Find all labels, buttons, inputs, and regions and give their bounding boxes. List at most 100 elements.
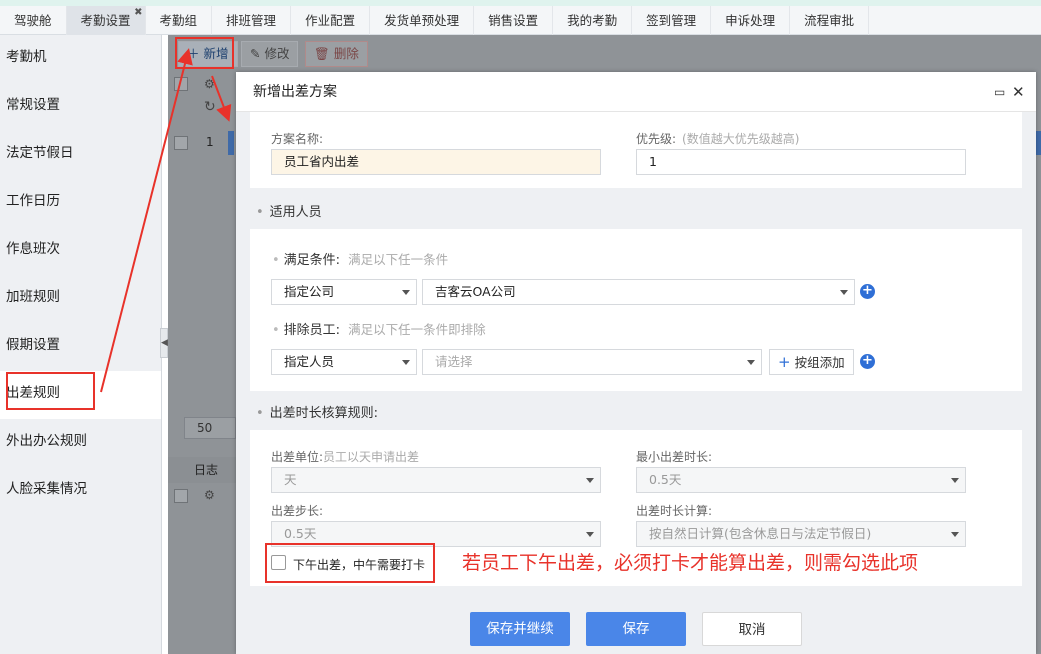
exclude-person-select[interactable]: 请选择 xyxy=(422,349,762,375)
plan-name-label: 方案名称: xyxy=(271,132,324,146)
exclude-label: • 排除员工: 满足以下任一条件即排除 xyxy=(272,322,486,338)
sidebar-item-general-settings[interactable]: 常规设置 xyxy=(0,83,161,131)
sidebar-collapse-handle[interactable]: ◀ xyxy=(160,328,168,358)
exclude-type-select[interactable]: 指定人员 xyxy=(271,349,417,375)
company-select[interactable]: 吉客云OA公司 xyxy=(422,279,855,305)
condition-label-text: 满足条件: xyxy=(283,253,341,268)
exclude-person-placeholder: 请选择 xyxy=(435,354,473,369)
basic-info-card: 方案名称: 员工省内出差 优先级: (数值越大优先级越高) 1 xyxy=(250,112,1022,188)
add-by-group-button[interactable]: + 按组添加 xyxy=(769,349,854,375)
annotation-box-checkbox xyxy=(265,543,435,583)
company-value: 吉客云OA公司 xyxy=(435,284,516,299)
duration-calc-value: 按自然日计算(包含休息日与法定节假日) xyxy=(649,526,872,541)
dialog-header: 新增出差方案 ▭ ✕ xyxy=(236,72,1036,112)
annotation-note: 若员工下午出差，必须打卡才能算出差，则需勾选此项 xyxy=(462,552,919,574)
condition-type-value: 指定公司 xyxy=(284,284,335,299)
chevron-down-icon xyxy=(402,360,410,365)
row-checkbox[interactable] xyxy=(174,136,188,150)
chevron-down-icon xyxy=(840,290,848,295)
tab-approval[interactable]: 流程审批 xyxy=(790,6,870,35)
priority-label: 优先级: (数值越大优先级越高) xyxy=(636,130,799,147)
refresh-icon[interactable]: ↻ xyxy=(204,99,216,115)
section-applicable-people: • 适用人员 xyxy=(256,205,322,220)
tab-checkin[interactable]: 签到管理 xyxy=(632,6,712,35)
plus-icon: + xyxy=(778,353,791,371)
chevron-down-icon xyxy=(747,360,755,365)
sidebar-item-face-collection[interactable]: 人脸采集情况 xyxy=(0,467,161,515)
save-continue-button[interactable]: 保存并继续 xyxy=(470,612,570,646)
priority-label-text: 优先级: xyxy=(636,132,677,146)
duration-calc-select[interactable]: 按自然日计算(包含休息日与法定节假日) xyxy=(636,521,966,547)
condition-hint: 满足以下任一条件 xyxy=(348,252,449,267)
sidebar: 考勤机 常规设置 法定节假日 工作日历 作息班次 加班规则 假期设置 出差规则 … xyxy=(0,35,162,654)
tab-attendance-settings[interactable]: 考勤设置 ✖ xyxy=(66,6,146,35)
min-duration-value: 0.5天 xyxy=(649,472,682,487)
tab-my-attendance[interactable]: 我的考勤 xyxy=(553,6,633,35)
close-icon[interactable]: ✖ xyxy=(134,0,142,27)
exclude-label-text: 排除员工: xyxy=(283,323,341,338)
priority-input[interactable]: 1 xyxy=(636,149,966,175)
min-duration-label: 最小出差时长: xyxy=(636,450,713,464)
tab-cockpit[interactable]: 驾驶舱 xyxy=(0,6,67,35)
trip-step-label: 出差步长: xyxy=(271,504,324,518)
duration-calc-label: 出差时长计算: xyxy=(636,504,713,518)
trip-unit-label-text: 出差单位: xyxy=(271,450,324,464)
page-size-select[interactable]: 50 xyxy=(184,417,236,439)
sidebar-item-holidays[interactable]: 法定节假日 xyxy=(0,131,161,179)
sidebar-item-shifts[interactable]: 作息班次 xyxy=(0,227,161,275)
delete-button[interactable]: 🗑 删除 xyxy=(305,41,368,67)
trip-unit-select[interactable]: 天 xyxy=(271,467,601,493)
select-all-checkbox[interactable] xyxy=(174,77,188,91)
condition-label: • 满足条件: 满足以下任一条件 xyxy=(272,252,449,268)
tab-appeal[interactable]: 申诉处理 xyxy=(711,6,791,35)
selected-row-edge xyxy=(228,131,234,155)
close-icon[interactable]: ✕ xyxy=(1012,72,1025,112)
dialog-body: 方案名称: 员工省内出差 优先级: (数值越大优先级越高) 1 • 适用人员 • 满足… xyxy=(236,112,1036,606)
edit-button[interactable]: ✎ 修改 xyxy=(241,41,299,67)
save-button[interactable]: 保存 xyxy=(586,612,686,646)
annotation-box-business-trip xyxy=(6,372,95,410)
section-applicable-people-text: 适用人员 xyxy=(269,205,322,220)
add-condition-icon[interactable]: + xyxy=(860,284,875,299)
tab-sales-settings[interactable]: 销售设置 xyxy=(474,6,554,35)
delete-button-label: 删除 xyxy=(333,46,359,61)
sidebar-item-outside-office[interactable]: 外出办公规则 xyxy=(0,419,161,467)
cancel-button[interactable]: 取消 xyxy=(702,612,802,646)
sidebar-item-overtime[interactable]: 加班规则 xyxy=(0,275,161,323)
gear-icon[interactable]: ⚙ xyxy=(204,77,215,91)
trip-step-value: 0.5天 xyxy=(284,526,317,541)
annotation-box-new xyxy=(175,37,234,69)
condition-type-select[interactable]: 指定公司 xyxy=(271,279,417,305)
dialog-scrollbar[interactable] xyxy=(1030,112,1036,606)
tab-shipping-preprocess[interactable]: 发货单预处理 xyxy=(370,6,475,35)
tab-job-config[interactable]: 作业配置 xyxy=(291,6,371,35)
section-duration-rules: • 出差时长核算规则: xyxy=(256,406,379,421)
maximize-icon[interactable]: ▭ xyxy=(994,72,1005,112)
plan-name-input[interactable]: 员工省内出差 xyxy=(271,149,601,175)
exclude-type-value: 指定人员 xyxy=(284,354,335,369)
min-duration-select[interactable]: 0.5天 xyxy=(636,467,966,493)
tab-label: 考勤设置 xyxy=(80,13,131,28)
row-number: 1 xyxy=(206,135,214,149)
sidebar-item-work-calendar[interactable]: 工作日历 xyxy=(0,179,161,227)
priority-hint: (数值越大优先级越高) xyxy=(682,132,800,146)
module-tab-bar: 驾驶舱 考勤设置 ✖ 考勤组 排班管理 作业配置 发货单预处理 销售设置 我的考勤… xyxy=(0,6,1041,35)
chevron-down-icon xyxy=(586,532,594,537)
section-duration-rules-text: 出差时长核算规则: xyxy=(269,406,379,421)
add-exclude-icon[interactable]: + xyxy=(860,354,875,369)
trip-unit-hint: 员工以天申请出差 xyxy=(323,450,420,464)
trash-icon: 🗑 xyxy=(314,46,330,61)
tab-scheduling[interactable]: 排班管理 xyxy=(212,6,292,35)
log-select-checkbox[interactable] xyxy=(174,489,188,503)
edit-icon: ✎ xyxy=(250,46,261,61)
chevron-down-icon xyxy=(402,290,410,295)
trip-unit-label: 出差单位:员工以天申请出差 xyxy=(271,448,419,465)
sidebar-item-leave[interactable]: 假期设置 xyxy=(0,323,161,371)
log-gear-icon[interactable]: ⚙ xyxy=(204,488,215,502)
dialog-title: 新增出差方案 xyxy=(253,84,337,100)
sidebar-item-attendance-machine[interactable]: 考勤机 xyxy=(0,35,161,83)
trip-unit-value: 天 xyxy=(284,472,297,487)
tab-attendance-group[interactable]: 考勤组 xyxy=(146,6,213,35)
add-by-group-label: 按组添加 xyxy=(794,355,845,370)
log-tab[interactable]: 日志 xyxy=(168,457,238,483)
